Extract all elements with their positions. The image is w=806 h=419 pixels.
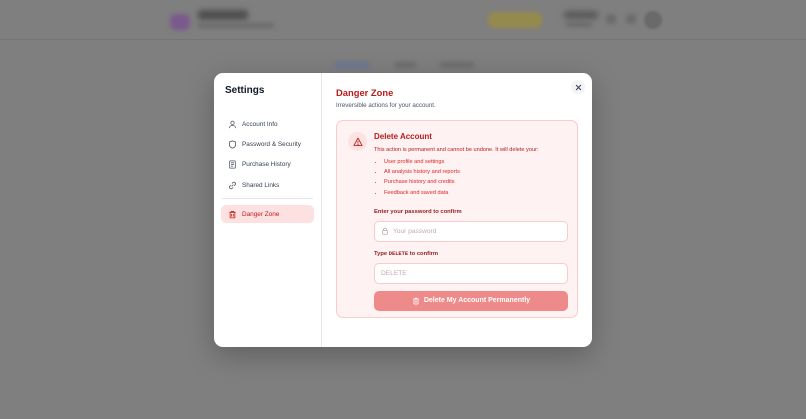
sidebar-item-label: Shared Links — [242, 181, 280, 189]
trash-icon — [228, 210, 237, 219]
warning-icon — [348, 132, 367, 151]
list-item: Feedback and saved data — [384, 188, 569, 198]
password-field-wrapper — [374, 220, 568, 242]
delete-account-button-label: Delete My Account Permanently — [423, 297, 531, 305]
background-avatar — [644, 11, 662, 29]
link-icon — [228, 181, 237, 190]
list-item: User profile and settings — [384, 157, 569, 167]
confirm-field-wrapper — [374, 262, 568, 284]
shield-icon — [228, 140, 237, 149]
list-item: Purchase history and credits — [384, 177, 569, 187]
confirm-delete-field[interactable] — [381, 269, 551, 277]
user-icon — [228, 120, 237, 129]
background-tab — [334, 62, 370, 68]
confirm-label-keyword: DELETE — [388, 250, 409, 257]
password-field-label: Enter your password to confirm — [374, 208, 462, 215]
confirm-label-suffix: to confirm — [408, 250, 439, 257]
deleted-items-list: User profile and settings All analysis h… — [374, 157, 569, 198]
delete-account-description: This action is permanent and cannot be u… — [374, 147, 539, 153]
settings-modal: Settings Account Info Password & Securit… — [214, 73, 592, 347]
background-cta-button — [488, 12, 542, 28]
confirm-label-prefix: Type — [374, 250, 389, 257]
background-logo-subtitle — [198, 23, 274, 28]
sidebar-item-label: Password & Security — [242, 140, 301, 148]
sidebar-item-password-security[interactable]: Password & Security — [221, 135, 314, 153]
delete-account-card: Delete Account This action is permanent … — [336, 120, 578, 318]
delete-account-button[interactable]: Delete My Account Permanently — [374, 290, 568, 311]
sidebar-divider — [222, 198, 313, 200]
receipt-icon — [228, 160, 237, 169]
background-tab — [394, 62, 416, 68]
sidebar-item-label: Account Info — [242, 120, 278, 128]
settings-nav: Account Info Password & Security Purchas… — [221, 115, 314, 224]
background-tab — [440, 62, 474, 68]
background-user-name — [564, 11, 598, 19]
background-header — [0, 0, 806, 40]
settings-title: Settings — [225, 85, 265, 96]
delete-account-title: Delete Account — [374, 132, 432, 141]
background-icon — [626, 14, 636, 24]
lock-icon — [381, 227, 389, 235]
page-title: Danger Zone — [336, 87, 394, 98]
close-icon — [575, 84, 582, 91]
delete-account-body: Delete Account This action is permanent … — [374, 132, 569, 311]
confirm-field-label: Type DELETE to confirm — [374, 251, 569, 259]
sidebar-item-danger-zone[interactable]: Danger Zone — [221, 205, 314, 224]
sidebar-item-account-info[interactable]: Account Info — [221, 115, 314, 133]
sidebar-item-label: Danger Zone — [242, 210, 280, 218]
background-user-meta — [566, 22, 592, 27]
sidebar-item-shared-links[interactable]: Shared Links — [221, 176, 314, 194]
background-icon — [606, 14, 616, 24]
page-subtitle: Irreversible actions for your account. — [336, 102, 436, 109]
password-field[interactable] — [393, 227, 563, 235]
settings-content: Danger Zone Irreversible actions for you… — [322, 73, 592, 347]
list-item: All analysis history and reports — [384, 167, 569, 177]
background-logo-text — [198, 10, 248, 20]
settings-sidebar: Settings Account Info Password & Securit… — [214, 73, 322, 347]
sidebar-item-label: Purchase History — [242, 161, 291, 169]
background-logo — [170, 14, 190, 30]
sidebar-item-purchase-history[interactable]: Purchase History — [221, 156, 314, 174]
trash-icon — [412, 297, 420, 305]
close-button[interactable] — [571, 80, 585, 94]
